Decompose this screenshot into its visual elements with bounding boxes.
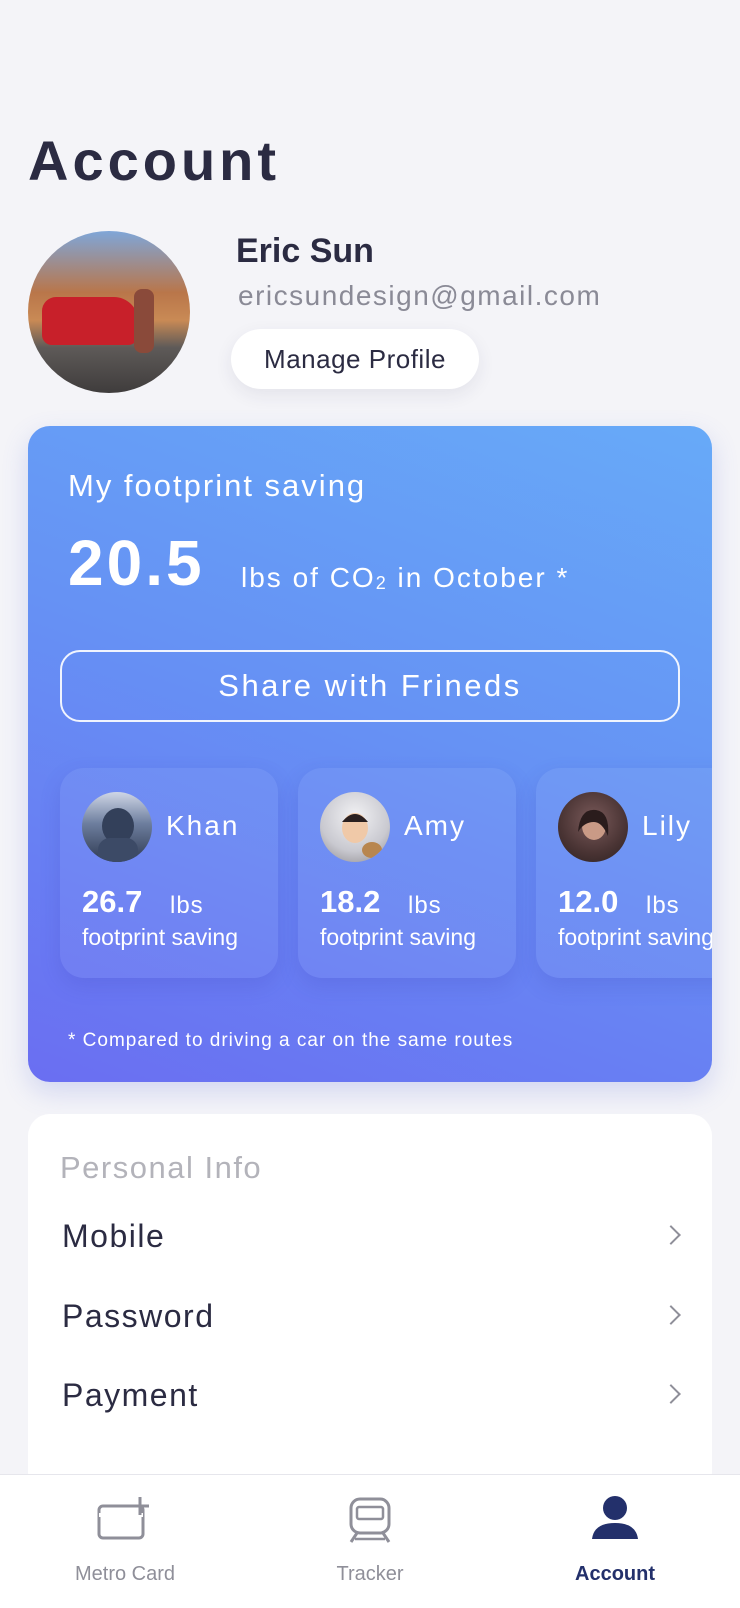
saving-title: My footprint saving (68, 468, 367, 503)
metro-card-icon (97, 1497, 149, 1540)
saving-unit-prefix: lbs of CO (241, 562, 376, 593)
tab-account[interactable]: Account (492, 1475, 738, 1608)
personal-info-item-payment[interactable]: Payment (28, 1369, 712, 1429)
chevron-right-icon (661, 1384, 681, 1404)
friend-unit: lbs (170, 892, 204, 919)
train-icon (349, 1497, 391, 1543)
personal-info-item-mobile[interactable]: Mobile (28, 1210, 712, 1270)
tab-label: Tracker (336, 1563, 404, 1585)
profile-email: ericsundesign@gmail.com (238, 280, 602, 311)
info-item-label: Mobile (62, 1218, 166, 1254)
saving-footnote: * Compared to driving a car on the same … (68, 1030, 514, 1051)
person-icon (592, 1496, 638, 1539)
avatar-car-shape (42, 297, 138, 345)
chevron-right-icon (661, 1225, 681, 1245)
tab-label: Metro Card (74, 1563, 176, 1585)
smiling-person-icon (342, 813, 382, 858)
saving-unit: lbs of CO2 in October * (241, 562, 569, 594)
friend-avatar (558, 792, 628, 862)
footprint-saving-card: My footprint saving 20.5 lbs of CO2 in O… (28, 426, 712, 1082)
friend-card-amy[interactable]: Amy 18.2 lbs footprint saving (298, 768, 516, 978)
person-portrait-icon (578, 809, 609, 840)
saving-value: 20.5 (68, 527, 205, 599)
saving-unit-suffix: in October * (387, 562, 570, 593)
manage-profile-button[interactable]: Manage Profile (231, 329, 479, 389)
profile-name: Eric Sun (236, 232, 374, 270)
friend-caption: footprint saving (558, 924, 712, 950)
avatar-person-shape (134, 289, 154, 353)
profile-avatar[interactable] (28, 231, 190, 393)
info-item-label: Password (62, 1298, 215, 1334)
friend-card-lily[interactable]: Lily 12.0 lbs footprint saving (536, 768, 712, 978)
tab-metro-card[interactable]: Metro Card (2, 1475, 248, 1608)
share-with-friends-button[interactable]: Share with Frineds (60, 650, 680, 722)
info-item-label: Payment (62, 1377, 199, 1413)
friend-unit: lbs (646, 892, 680, 919)
tab-tracker[interactable]: Tracker (247, 1475, 493, 1608)
personal-info-heading: Personal Info (60, 1150, 263, 1185)
friend-caption: footprint saving (320, 924, 476, 950)
friend-value: 18.2 (320, 884, 381, 919)
friend-avatar (320, 792, 390, 862)
friend-avatar (82, 792, 152, 862)
saving-unit-subscript: 2 (375, 573, 388, 593)
friend-value: 12.0 (558, 884, 619, 919)
page-title: Account (28, 129, 280, 192)
friend-name: Amy (404, 810, 466, 841)
tab-label: Account (575, 1563, 655, 1585)
hooded-person-icon (98, 808, 138, 862)
friend-name: Lily (642, 810, 693, 841)
friend-value: 26.7 (82, 884, 143, 919)
personal-info-item-password[interactable]: Password (28, 1290, 712, 1350)
bottom-tab-bar: Metro Card Tracker Account (0, 1474, 740, 1608)
chevron-right-icon (661, 1305, 681, 1325)
personal-info-card: Personal Info Mobile Password Payment (28, 1114, 712, 1494)
friend-name: Khan (166, 810, 240, 841)
friends-carousel[interactable]: Khan 26.7 lbs footprint saving Amy 18.2 … (28, 768, 712, 982)
friend-unit: lbs (408, 892, 442, 919)
friend-caption: footprint saving (82, 924, 238, 950)
friend-card-khan[interactable]: Khan 26.7 lbs footprint saving (60, 768, 278, 978)
